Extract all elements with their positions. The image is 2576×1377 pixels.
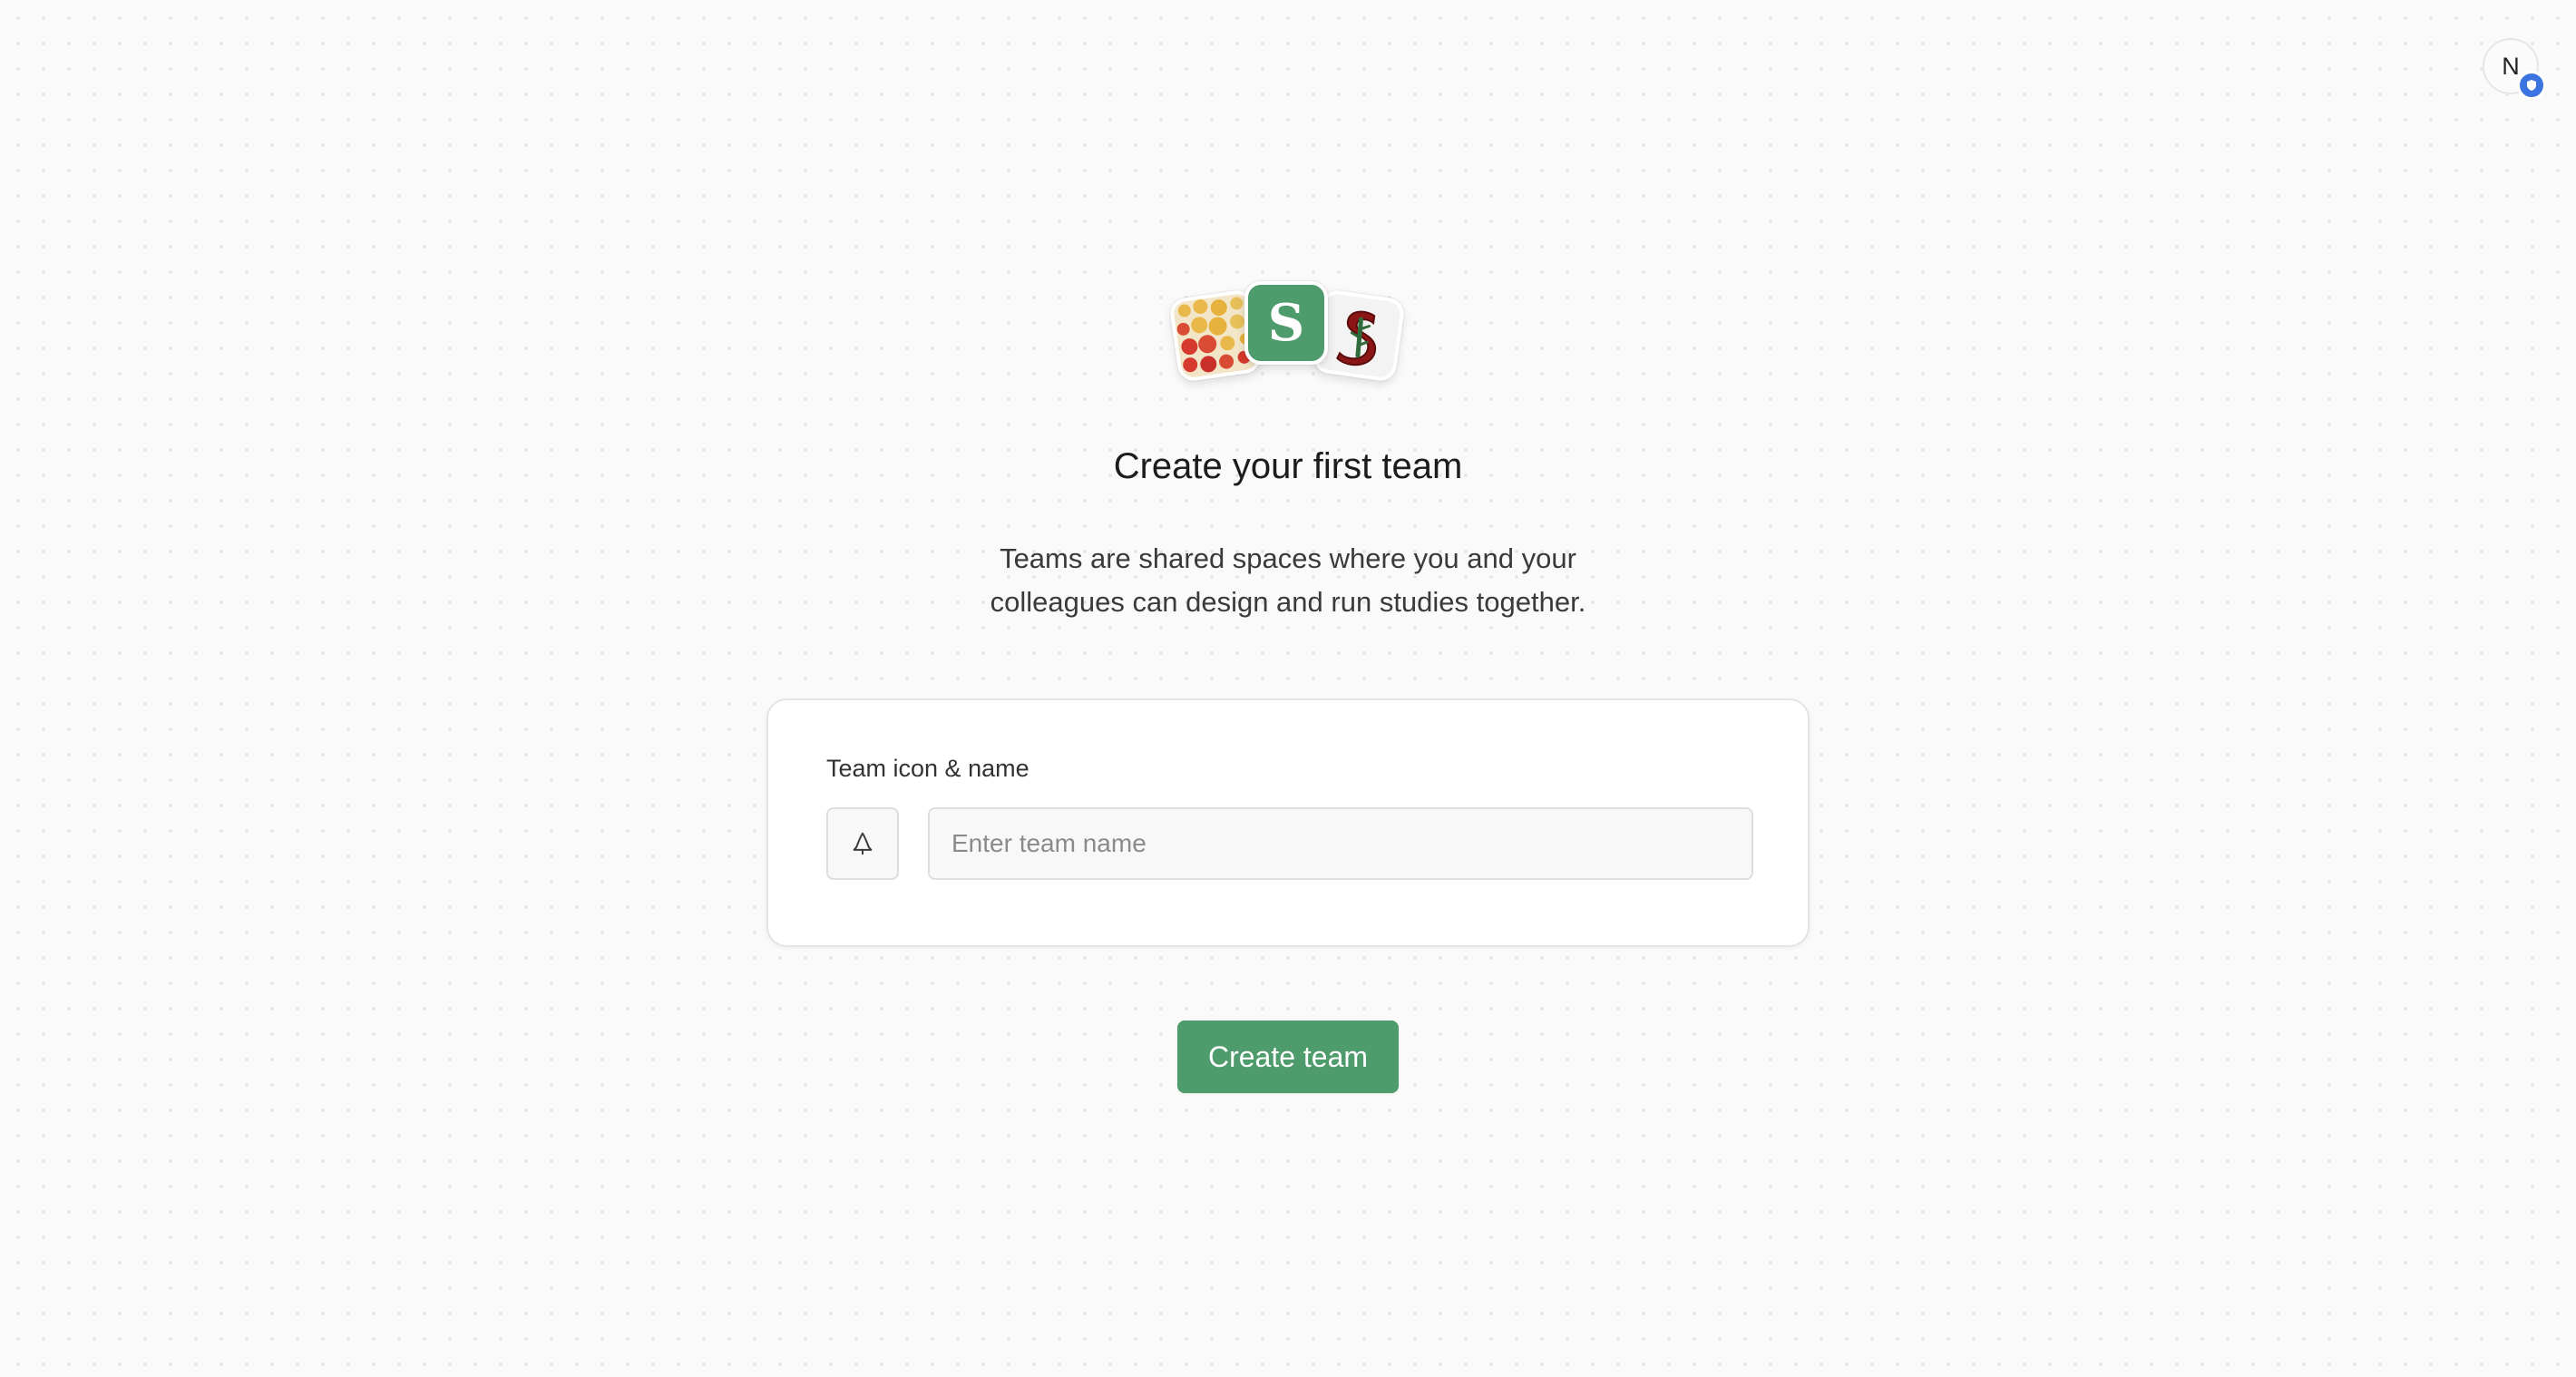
page-description-line-2: colleagues can design and run studies to…: [990, 586, 1586, 618]
team-form-card: Team icon & name: [766, 698, 1810, 947]
team-icon-picker-button[interactable]: [826, 807, 899, 880]
avatar-initial: N: [2502, 52, 2520, 80]
team-icon-name-label: Team icon & name: [826, 755, 1029, 782]
team-name-input[interactable]: [928, 807, 1753, 880]
page-title: Create your first team: [1113, 446, 1463, 486]
create-team-button[interactable]: Create team: [1177, 1021, 1399, 1093]
team-logos-illustration: S: [1161, 281, 1415, 390]
tree-icon: [853, 832, 873, 855]
s-logo-letter: S: [1267, 293, 1305, 353]
notification-badge-icon: [2517, 71, 2546, 100]
s-logo-icon: S: [1244, 281, 1328, 365]
page-description-line-1: Teams are shared spaces where you and yo…: [1000, 542, 1576, 574]
shield-icon: [2527, 80, 2536, 91]
page-description: Teams are shared spaces where you and yo…: [0, 537, 2576, 624]
